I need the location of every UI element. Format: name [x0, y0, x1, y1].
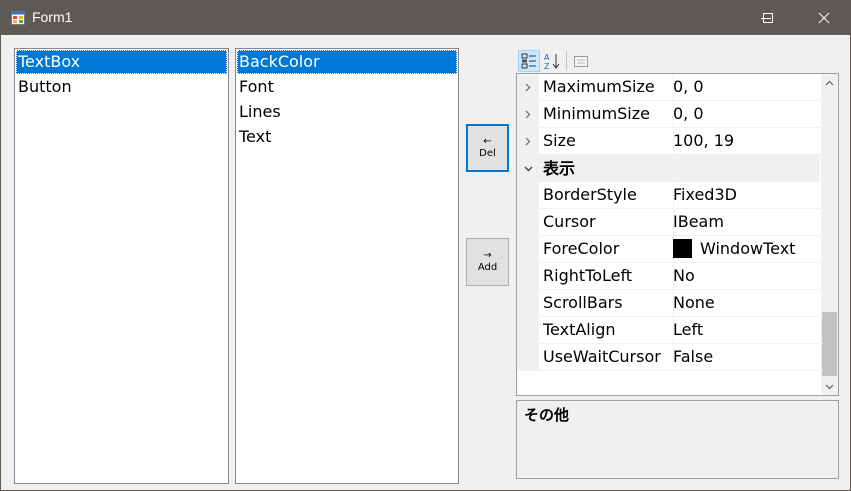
del-label: Del: [479, 148, 496, 159]
property-row[interactable]: TextAlign Left: [517, 317, 823, 344]
property-name[interactable]: ForeColor: [539, 236, 674, 263]
property-row[interactable]: MaximumSize 0, 0: [517, 74, 823, 101]
property-value[interactable]: IBeam: [670, 209, 823, 236]
property-name[interactable]: Cursor: [539, 209, 674, 236]
property-value-text: None: [673, 293, 715, 312]
expand-chevron-icon[interactable]: [517, 74, 539, 101]
properties-list-item[interactable]: Text: [237, 125, 457, 149]
svg-text:Z: Z: [544, 62, 550, 70]
property-name[interactable]: TextAlign: [539, 317, 674, 344]
property-value[interactable]: No: [670, 263, 823, 290]
property-value-text: Fixed3D: [673, 185, 737, 204]
property-value-text: 0, 0: [673, 77, 704, 96]
property-name[interactable]: ScrollBars: [539, 290, 674, 317]
row-margin: [517, 263, 539, 290]
properties-list-item[interactable]: BackColor: [237, 50, 457, 74]
row-margin: [517, 317, 539, 344]
properties-listbox[interactable]: BackColor Font Lines Text: [235, 48, 459, 484]
categorized-button[interactable]: [518, 50, 540, 72]
property-category-row[interactable]: 表示: [517, 155, 820, 182]
right-arrow-glyph: →: [483, 250, 492, 261]
property-value[interactable]: None: [670, 290, 823, 317]
window-title: Form1: [32, 9, 73, 25]
property-value[interactable]: WindowText: [670, 236, 823, 263]
svg-text:A: A: [544, 53, 550, 62]
property-grid-scrollbar[interactable]: [821, 74, 838, 395]
property-value-text: WindowText: [700, 239, 796, 258]
controls-list-item[interactable]: TextBox: [16, 50, 227, 74]
property-value[interactable]: False: [670, 344, 823, 371]
add-label: Add: [477, 262, 498, 273]
property-value-text: IBeam: [673, 212, 724, 231]
row-margin: [517, 182, 539, 209]
row-margin: [517, 290, 539, 317]
toolbar-separator: [566, 51, 567, 71]
controls-list-item[interactable]: Button: [16, 75, 227, 99]
properties-list-item[interactable]: Font: [237, 75, 457, 99]
alphabetical-icon: A Z: [544, 53, 560, 70]
property-grid-toolbar: A Z: [516, 48, 836, 72]
controls-listbox[interactable]: TextBox Button: [14, 48, 229, 484]
property-value[interactable]: 100, 19: [670, 128, 823, 155]
left-arrow-glyph: ←: [483, 136, 492, 147]
property-pages-button[interactable]: [570, 50, 592, 72]
alphabetical-button[interactable]: A Z: [541, 50, 563, 72]
chevron-down-icon: [825, 384, 834, 389]
del-button[interactable]: ← Del: [466, 124, 509, 172]
close-button[interactable]: [796, 1, 851, 35]
property-value-text: Left: [673, 320, 704, 339]
property-value[interactable]: Left: [670, 317, 823, 344]
form1-window: Form1 TextBox Button BackColor Font Lines Te…: [0, 0, 851, 491]
property-value[interactable]: 0, 0: [670, 74, 823, 101]
row-margin: [517, 344, 539, 371]
scroll-up-button[interactable]: [821, 74, 838, 91]
property-row[interactable]: Cursor IBeam: [517, 209, 823, 236]
scroll-down-button[interactable]: [821, 378, 838, 395]
maximize-icon: [763, 13, 773, 23]
property-name[interactable]: RightToLeft: [539, 263, 674, 290]
property-value-text: 0, 0: [673, 104, 704, 123]
property-grid[interactable]: MaximumSize 0, 0 MinimumSize 0, 0 Size 100, 1…: [516, 73, 839, 396]
property-value-text: False: [673, 347, 714, 366]
property-pages-icon: [574, 56, 588, 67]
add-button[interactable]: → Add: [466, 238, 509, 286]
category-name: 表示: [543, 159, 576, 178]
help-title: その他: [524, 406, 570, 424]
property-name[interactable]: Size: [539, 128, 674, 155]
property-row[interactable]: Size 100, 19: [517, 128, 823, 155]
property-help-pane: その他: [516, 400, 839, 479]
property-value[interactable]: Fixed3D: [670, 182, 823, 209]
property-row[interactable]: UseWaitCursor False: [517, 344, 823, 371]
categorized-icon: [521, 53, 536, 69]
properties-list-item[interactable]: Lines: [237, 100, 457, 124]
property-value-text: 100, 19: [673, 131, 735, 150]
scroll-thumb[interactable]: [822, 312, 837, 376]
property-row[interactable]: MinimumSize 0, 0: [517, 101, 823, 128]
expand-chevron-icon[interactable]: [517, 101, 539, 128]
property-row[interactable]: BorderStyle Fixed3D: [517, 182, 823, 209]
property-name[interactable]: MinimumSize: [539, 101, 674, 128]
form-app-icon: [11, 11, 25, 25]
property-row[interactable]: RightToLeft No: [517, 263, 823, 290]
property-value[interactable]: 0, 0: [670, 101, 823, 128]
property-row[interactable]: ForeColor WindowText: [517, 236, 823, 263]
row-margin: [517, 209, 539, 236]
expand-chevron-icon[interactable]: [517, 128, 539, 155]
property-name[interactable]: MaximumSize: [539, 74, 674, 101]
collapse-chevron-icon[interactable]: [517, 155, 539, 182]
close-icon: [818, 12, 830, 24]
color-swatch: [673, 238, 692, 258]
maximize-button[interactable]: [740, 1, 796, 35]
chevron-up-icon: [825, 80, 834, 85]
property-name[interactable]: BorderStyle: [539, 182, 674, 209]
property-name[interactable]: UseWaitCursor: [539, 344, 674, 371]
property-value-text: No: [673, 266, 695, 285]
title-bar[interactable]: Form1: [1, 1, 850, 35]
property-row[interactable]: ScrollBars None: [517, 290, 823, 317]
row-margin: [517, 236, 539, 263]
